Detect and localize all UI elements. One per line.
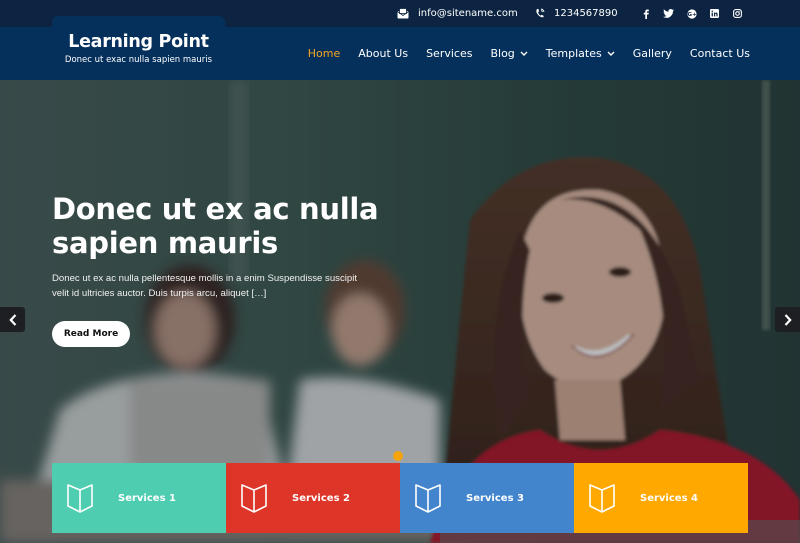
slider-dot-active[interactable] <box>393 451 403 461</box>
service-label: Services 1 <box>118 492 176 504</box>
open-book-icon <box>589 484 615 513</box>
nav-item-templates[interactable]: Templates <box>546 47 615 60</box>
instagram-icon[interactable] <box>726 0 749 27</box>
nav-item-home[interactable]: Home <box>308 47 340 60</box>
linkedin-icon[interactable] <box>703 0 726 27</box>
open-book-icon <box>67 484 93 513</box>
envelope-icon <box>397 8 409 19</box>
service-label: Services 4 <box>640 492 698 504</box>
nav-item-gallery[interactable]: Gallery <box>633 47 672 60</box>
google-plus-icon[interactable]: G+ <box>680 0 703 27</box>
open-book-icon <box>415 484 441 513</box>
nav-label: Contact Us <box>689 47 750 60</box>
nav-item-contact-us[interactable]: Contact Us <box>690 47 750 60</box>
chevron-down-icon <box>607 51 615 56</box>
email-text: info@sitename.com <box>418 8 518 19</box>
nav-label: Templates <box>545 47 602 60</box>
nav-item-services[interactable]: Services <box>426 47 472 60</box>
chevron-right-icon <box>784 313 792 326</box>
services-strip: Services 1 Services 2 Services 3 Service… <box>52 463 748 533</box>
nav-label: Gallery <box>632 47 672 60</box>
service-card-3[interactable]: Services 3 <box>400 463 574 533</box>
hero-description: Donec ut ex ac nulla pellentesque mollis… <box>52 273 358 299</box>
nav-label: Blog <box>490 47 515 60</box>
service-label: Services 2 <box>292 492 350 504</box>
nav-item-about-us[interactable]: About Us <box>358 47 408 60</box>
social-links: G+ <box>634 0 749 27</box>
main-nav: Home About Us Services Blog Templates Ga… <box>290 27 750 80</box>
hero-title: Donec ut ex ac nulla sapien mauris <box>52 192 379 260</box>
nav-item-blog[interactable]: Blog <box>490 47 528 60</box>
site-tagline: Donec ut exac nulla sapien mauris <box>64 55 213 65</box>
svg-text:G+: G+ <box>687 12 697 18</box>
phone-text: 1234567890 <box>554 8 618 19</box>
slider-prev-button[interactable] <box>0 307 25 332</box>
service-card-4[interactable]: Services 4 <box>574 463 748 533</box>
phone-icon <box>536 8 545 18</box>
service-card-2[interactable]: Services 2 <box>226 463 400 533</box>
email-contact[interactable]: info@sitename.com <box>397 0 518 27</box>
read-more-button[interactable]: Read More <box>52 321 130 347</box>
facebook-icon[interactable] <box>634 0 657 27</box>
site-title[interactable]: Learning Point <box>52 30 225 54</box>
nav-label: About Us <box>358 47 409 60</box>
service-label: Services 3 <box>466 492 524 504</box>
twitter-icon[interactable] <box>657 0 680 27</box>
slider-next-button[interactable] <box>775 307 800 332</box>
nav-label: Services <box>426 47 473 60</box>
service-card-1[interactable]: Services 1 <box>52 463 226 533</box>
phone-contact[interactable]: 1234567890 <box>535 0 618 27</box>
chevron-down-icon <box>520 51 528 56</box>
nav-label: Home <box>307 47 341 60</box>
open-book-icon <box>241 484 267 513</box>
chevron-left-icon <box>8 313 16 326</box>
site-logo[interactable]: Learning Point Donec ut exac nulla sapie… <box>52 30 225 66</box>
